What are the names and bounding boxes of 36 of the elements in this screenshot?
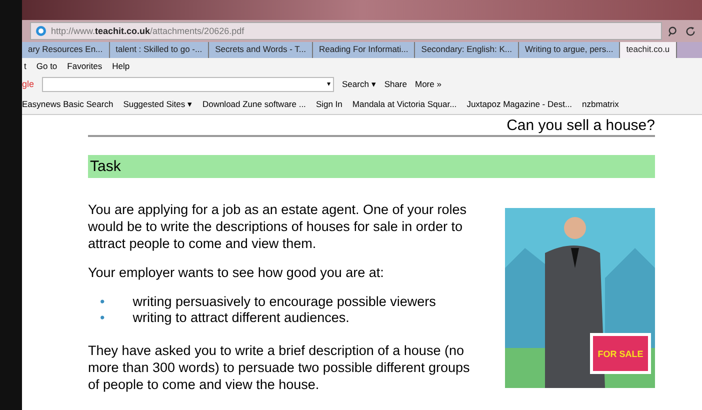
menu-item[interactable]: Favorites: [67, 61, 102, 71]
globe-icon: [35, 25, 47, 37]
browser-tab[interactable]: teachit.co.u: [620, 42, 677, 58]
favorite-link[interactable]: nzbmatrix: [582, 99, 619, 109]
favorite-link[interactable]: Easynews Basic Search: [22, 99, 114, 109]
browser-tab[interactable]: Secondary: English: K...: [415, 42, 519, 58]
favorite-link[interactable]: Sign In: [316, 99, 342, 109]
task-banner: Task: [88, 155, 655, 178]
favorite-link[interactable]: Suggested Sites ▾: [123, 99, 192, 109]
favorite-link[interactable]: Juxtapoz Magazine - Dest...: [466, 99, 572, 109]
share-button[interactable]: Share: [384, 79, 407, 89]
address-bar[interactable]: http://www.teachit.co.uk/attachments/20626.pdf: [30, 22, 662, 40]
bullet-icon: •: [100, 310, 105, 328]
more-button[interactable]: More »: [415, 79, 442, 89]
for-sale-sign: FOR SALE: [590, 333, 651, 374]
browser-tab[interactable]: Reading For Informati...: [312, 42, 416, 58]
menu-item[interactable]: t: [24, 61, 26, 71]
bullet-icon: •: [100, 294, 105, 310]
intro-paragraph: You are applying for a job as an estate agent. One of your roles would be to write the descriptions of houses for sale in order to attract people to come and view them.: [88, 202, 468, 253]
menu-item[interactable]: Go to: [36, 61, 58, 71]
bullet-item: writing to attract different audiences.: [132, 310, 350, 328]
browser-tab[interactable]: talent : Skilled to go -...: [110, 42, 210, 58]
document-heading: Can you sell a house?: [88, 117, 655, 137]
search-button[interactable]: Search ▾: [342, 79, 376, 89]
closing-paragraph: They have asked you to write a brief description of a house (no more than 300 words) to persuade two possible different groups of people to come and view the house.: [88, 343, 471, 394]
bullet-item: writing persuasively to encourage possible viewers: [132, 294, 436, 310]
refresh-icon[interactable]: [685, 26, 696, 36]
browser-tab[interactable]: Writing to argue, pers...: [519, 42, 620, 58]
browser-tab[interactable]: Secrets and Words - T...: [209, 42, 313, 58]
favorite-link[interactable]: Download Zune software ...: [202, 99, 306, 109]
menu-item[interactable]: Help: [112, 61, 130, 71]
lead-paragraph: Your employer wants to see how good you are at:: [88, 264, 385, 282]
search-icon[interactable]: [668, 26, 679, 36]
browser-tab[interactable]: ary Resources En...: [22, 42, 110, 58]
google-logo: gle: [22, 79, 34, 89]
favorite-link[interactable]: Mandala at Victoria Squar...: [352, 99, 457, 109]
